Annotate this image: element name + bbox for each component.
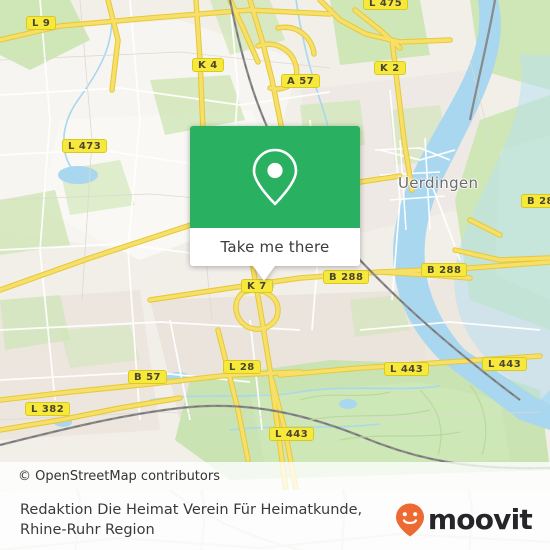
take-me-there-label: Take me there xyxy=(220,238,330,256)
road-shield: L 443 xyxy=(482,357,528,371)
road-shield: B 57 xyxy=(128,370,168,384)
map-result-page: L 9 K 4 L 475 A 57 K 2 L 473 B 288 K 7 B… xyxy=(0,0,550,550)
road-shield: B 288 xyxy=(421,263,468,277)
road-shield: L 9 xyxy=(26,16,57,30)
road-shield: K 7 xyxy=(241,279,273,293)
road-shield: L 473 xyxy=(62,139,108,153)
road-shield: K 2 xyxy=(374,61,406,75)
footer-content: Redaktion Die Heimat Verein Für Heimatku… xyxy=(0,490,550,550)
footer-bar: Redaktion Die Heimat Verein Für Heimatku… xyxy=(0,490,550,550)
location-pin-icon xyxy=(252,148,298,206)
road-shield: A 57 xyxy=(281,74,321,88)
road-shield: K 4 xyxy=(192,58,224,72)
destination-callout[interactable]: Take me there xyxy=(190,126,360,281)
road-shield: L 443 xyxy=(384,362,430,376)
road-shield: L 443 xyxy=(269,427,315,441)
take-me-there-button[interactable]: Take me there xyxy=(190,228,360,266)
road-shield: B 288 xyxy=(521,194,550,208)
moovit-smiley-pin-icon xyxy=(395,503,424,537)
map-viewport[interactable]: L 9 K 4 L 475 A 57 K 2 L 473 B 288 K 7 B… xyxy=(0,0,550,490)
road-shield: L 382 xyxy=(25,402,71,416)
road-shield: B 288 xyxy=(323,270,370,284)
place-title: Redaktion Die Heimat Verein Für Heimatku… xyxy=(20,502,363,538)
moovit-wordmark: moovit xyxy=(427,503,533,536)
moovit-logo[interactable]: moovit xyxy=(395,503,533,537)
map-attribution-bar: © OpenStreetMap contributors xyxy=(0,462,550,490)
road-shield: L 28 xyxy=(223,360,261,374)
callout-pin-panel xyxy=(190,126,360,228)
osm-attribution-text[interactable]: © OpenStreetMap contributors xyxy=(18,469,220,484)
road-shield: L 475 xyxy=(363,0,409,10)
callout-pointer-tail xyxy=(253,266,275,281)
place-label-uerdingen: Uerdingen xyxy=(398,174,479,192)
